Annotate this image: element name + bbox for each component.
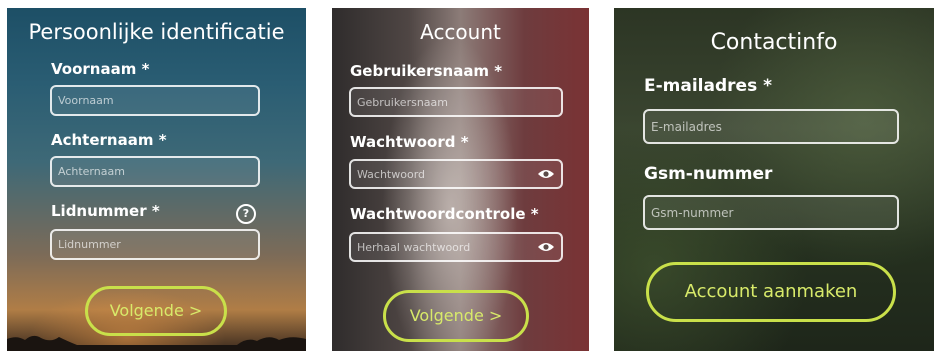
account-panel: Account Gebruikersnaam * Gebruikersnaam … (332, 8, 589, 351)
panel-title: Contactinfo (710, 30, 838, 55)
password-label: Wachtwoord * (350, 133, 469, 151)
panel-title: Persoonlijke identificatie (28, 20, 285, 44)
email-placeholder: E-mailadres (651, 119, 722, 134)
password-input[interactable]: Wachtwoord (349, 159, 563, 189)
crowd-silhouette (7, 335, 306, 351)
first-name-label: Voornaam * (51, 60, 150, 78)
username-input[interactable]: Gebruikersnaam (349, 87, 563, 117)
email-input[interactable]: E-mailadres (643, 109, 899, 144)
member-number-input[interactable]: Lidnummer (50, 229, 260, 260)
first-name-placeholder: Voornaam (58, 94, 114, 107)
question-circle-icon[interactable]: ? (236, 204, 256, 224)
last-name-input[interactable]: Achternaam (50, 156, 260, 187)
password-confirm-input[interactable]: Herhaal wachtwoord (349, 232, 563, 262)
first-name-input[interactable]: Voornaam (50, 85, 260, 116)
next-button[interactable]: Volgende > (383, 290, 529, 342)
panel-title: Account (420, 20, 501, 44)
contact-info-panel: Contactinfo E-mailadres * E-mailadres Gs… (614, 8, 934, 351)
email-label: E-mailadres * (644, 76, 772, 96)
mobile-input[interactable]: Gsm-nummer (643, 195, 899, 230)
password-placeholder: Wachtwoord (357, 167, 426, 181)
last-name-label: Achternaam * (51, 131, 167, 149)
member-number-label: Lidnummer * (51, 202, 160, 220)
member-number-placeholder: Lidnummer (58, 238, 121, 251)
password-confirm-label: Wachtwoordcontrole * (350, 205, 539, 223)
create-account-button[interactable]: Account aanmaken (646, 262, 896, 322)
password-confirm-placeholder: Herhaal wachtwoord (357, 240, 471, 254)
mobile-placeholder: Gsm-nummer (651, 205, 734, 220)
last-name-placeholder: Achternaam (58, 165, 125, 178)
username-placeholder: Gebruikersnaam (357, 95, 448, 109)
eye-icon[interactable] (537, 168, 555, 180)
username-label: Gebruikersnaam * (350, 62, 503, 80)
personal-identification-panel: Persoonlijke identificatie Voornaam * Vo… (7, 8, 306, 351)
mobile-label: Gsm-nummer (644, 164, 773, 184)
eye-icon[interactable] (537, 241, 555, 253)
